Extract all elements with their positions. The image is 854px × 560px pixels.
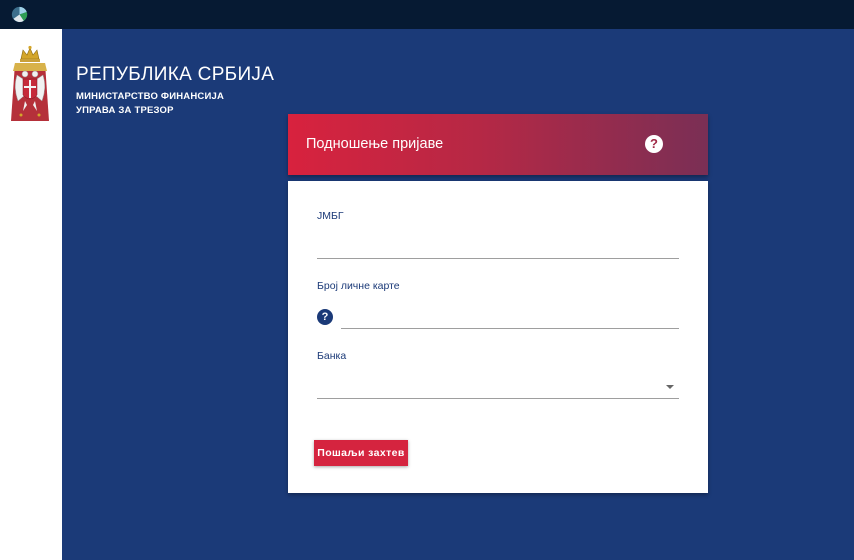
bank-select[interactable]: [317, 377, 679, 397]
serbian-coat-of-arms-icon: [11, 45, 49, 121]
emblem-strip: [0, 29, 62, 560]
card-title: Подношење пријаве: [306, 136, 444, 152]
help-icon[interactable]: ?: [645, 135, 663, 153]
chevron-down-icon[interactable]: [666, 385, 674, 389]
app-logo-icon[interactable]: [11, 6, 28, 23]
bank-label: Банка: [317, 350, 347, 362]
submit-button[interactable]: Пошаљи захтев: [314, 440, 408, 466]
top-bar: [0, 0, 854, 29]
page-title: РЕПУБЛИКА СРБИЈА: [76, 64, 275, 85]
ministry-name: МИНИСТАРСТВО ФИНАНСИЈА: [76, 91, 225, 102]
id-card-info-icon[interactable]: ?: [317, 309, 333, 325]
jmbg-underline: [317, 258, 679, 259]
id-card-underline: [341, 328, 679, 329]
directorate-name: УПРАВА ЗА ТРЕЗОР: [76, 105, 174, 116]
bank-underline: [317, 398, 679, 399]
application-form: ЈМБГ Број личне карте ? Банка Пошаљи зах…: [288, 181, 708, 493]
card-header: Подношење пријаве ?: [288, 114, 708, 175]
jmbg-input[interactable]: [317, 237, 679, 257]
id-card-label: Број личне карте: [317, 280, 400, 292]
jmbg-label: ЈМБГ: [317, 210, 344, 222]
id-card-input[interactable]: [341, 307, 679, 327]
